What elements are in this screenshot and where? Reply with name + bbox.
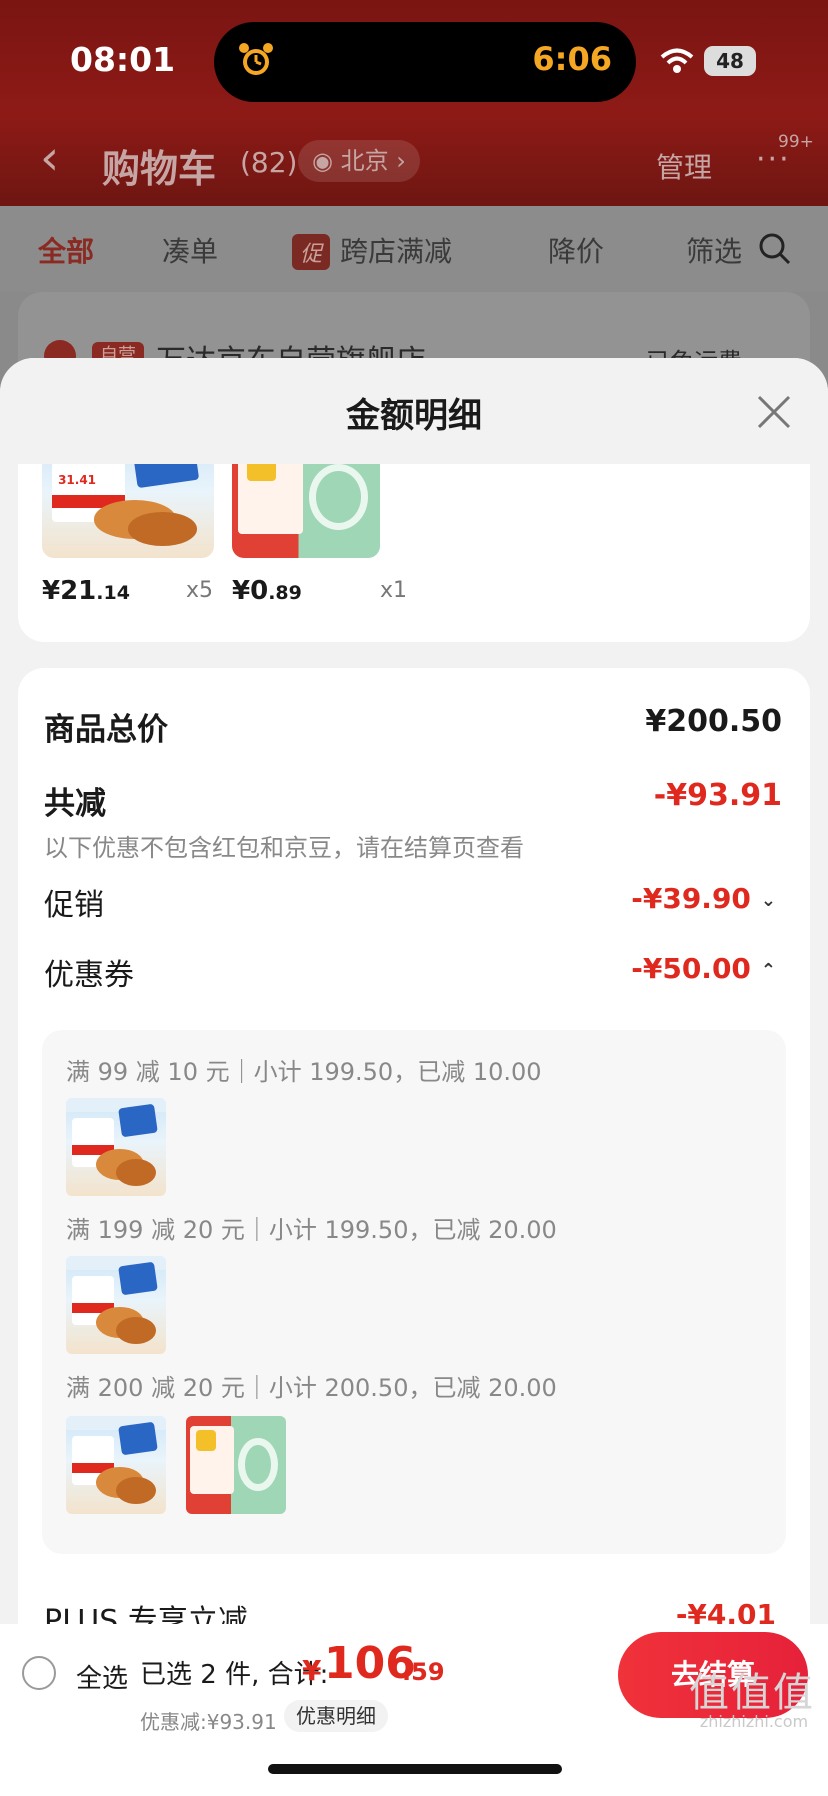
- coupon-product-thumbnail: [66, 1256, 166, 1354]
- coupon-label: 优惠券: [44, 958, 134, 993]
- promo-tag: 促: [292, 234, 331, 270]
- chevron-down-icon: ⌄: [760, 889, 776, 911]
- price-summary-card: 商品总价 ¥200.50 共减 -¥93.91 以下优惠不包含红包和京豆，请在结…: [18, 668, 810, 1624]
- plus-discount-label: PLUS 专享立减: [44, 1604, 248, 1624]
- product-label-price: 31.41: [58, 472, 97, 487]
- coupon-product-thumbnail: [66, 1416, 166, 1514]
- coupon-detail-box: 满 99 减 10 元｜小计 199.50，已减 10.00 满 199 减 2…: [42, 1030, 786, 1554]
- chevron-up-icon: ⌃: [760, 959, 776, 981]
- total-amount-decimal: .59: [402, 1658, 445, 1686]
- coupon-rule: 满 99 减 10 元｜小计 199.50，已减 10.00: [66, 1058, 542, 1086]
- timer-text: 6:06: [532, 40, 612, 78]
- tab-cross-store-label: 跨店满减: [340, 235, 453, 268]
- wifi-icon: [660, 48, 694, 73]
- manage-button[interactable]: 管理: [656, 146, 712, 186]
- dynamic-island: 6:06: [214, 22, 636, 102]
- total-reduction-label: 共减: [44, 786, 106, 822]
- total-price-value: ¥200.50: [645, 704, 782, 739]
- tab-cross-store[interactable]: 促跨店满减: [292, 230, 452, 270]
- search-icon[interactable]: [758, 232, 792, 266]
- battery-icon: 48: [704, 46, 756, 76]
- coupon-product-thumbnail: [66, 1098, 166, 1196]
- select-all-radio[interactable]: [22, 1656, 56, 1690]
- reduction-note: 以下优惠不包含红包和京豆，请在结算页查看: [44, 834, 524, 862]
- coupon-row-value[interactable]: -¥50.00 ⌃: [631, 952, 776, 985]
- close-icon[interactable]: [756, 394, 792, 430]
- product-price: ¥21.14: [42, 576, 130, 606]
- total-price-label: 商品总价: [44, 712, 168, 748]
- tab-all[interactable]: 全部: [38, 230, 94, 270]
- product-quantity: x1: [380, 578, 408, 603]
- location-label: 北京: [340, 147, 389, 175]
- page-title: 购物车: [102, 147, 217, 191]
- discount-detail-button[interactable]: 优惠明细: [284, 1700, 388, 1732]
- plus-discount-value: -¥4.01: [675, 1598, 776, 1624]
- message-badge: 99+: [778, 132, 814, 152]
- product-price-dec: .89: [268, 582, 302, 604]
- select-all-label[interactable]: 全选: [76, 1658, 128, 1695]
- filter-tabs: 全部 凑单 促跨店满减 降价 筛选: [0, 206, 828, 292]
- product-price-int: ¥0: [232, 576, 269, 606]
- tab-filter[interactable]: 筛选: [686, 230, 742, 270]
- product-price-int: ¥21: [42, 576, 97, 606]
- cart-nav-bar: ‹ 购物车 (82) ◉ 北京 › 管理 ··· 99+: [0, 120, 828, 206]
- coupon-value: -¥50.00: [631, 952, 751, 985]
- coupon-rule: 满 199 减 20 元｜小计 199.50，已减 20.00: [66, 1216, 557, 1244]
- selected-count-text: 已选 2 件, 合计:: [140, 1660, 329, 1690]
- cart-count: (82): [240, 146, 298, 179]
- product-price: ¥0.89: [232, 576, 302, 606]
- tab-bundle[interactable]: 凑单: [162, 230, 218, 270]
- total-reduction-value: -¥93.91: [653, 778, 782, 813]
- promotion-label: 促销: [44, 888, 104, 923]
- home-indicator: [268, 1764, 562, 1774]
- product-price-dec: .14: [96, 582, 130, 604]
- sheet-title: 金额明细: [346, 396, 482, 436]
- sheet-header: 金额明细: [0, 358, 828, 464]
- back-arrow-icon[interactable]: ‹: [40, 134, 59, 182]
- discount-summary: 优惠减:¥93.91: [140, 1710, 277, 1734]
- coupon-rule: 满 200 减 20 元｜小计 200.50，已减 20.00: [66, 1374, 557, 1402]
- promotion-row-value[interactable]: -¥39.90 ⌄: [631, 882, 776, 915]
- watermark-text: zhizhizhi.com: [699, 1712, 809, 1731]
- product-quantity: x5: [186, 578, 214, 603]
- location-selector[interactable]: ◉ 北京 ›: [298, 140, 420, 182]
- status-bar: 08:01 6:06 48: [0, 0, 828, 120]
- status-time: 08:01: [70, 40, 176, 79]
- watermark-logo: 值值值: [689, 1670, 815, 1716]
- promotion-value: -¥39.90: [631, 882, 751, 915]
- tab-price-drop[interactable]: 降价: [548, 230, 604, 270]
- alarm-clock-icon: [239, 43, 273, 75]
- amount-detail-sheet: 31.41 ¥21.14 x5 ¥0.89 x1 金额明细 商品总价 ¥200.…: [0, 358, 828, 1624]
- coupon-product-thumbnail: [186, 1416, 286, 1514]
- total-currency-symbol: ¥: [302, 1654, 322, 1687]
